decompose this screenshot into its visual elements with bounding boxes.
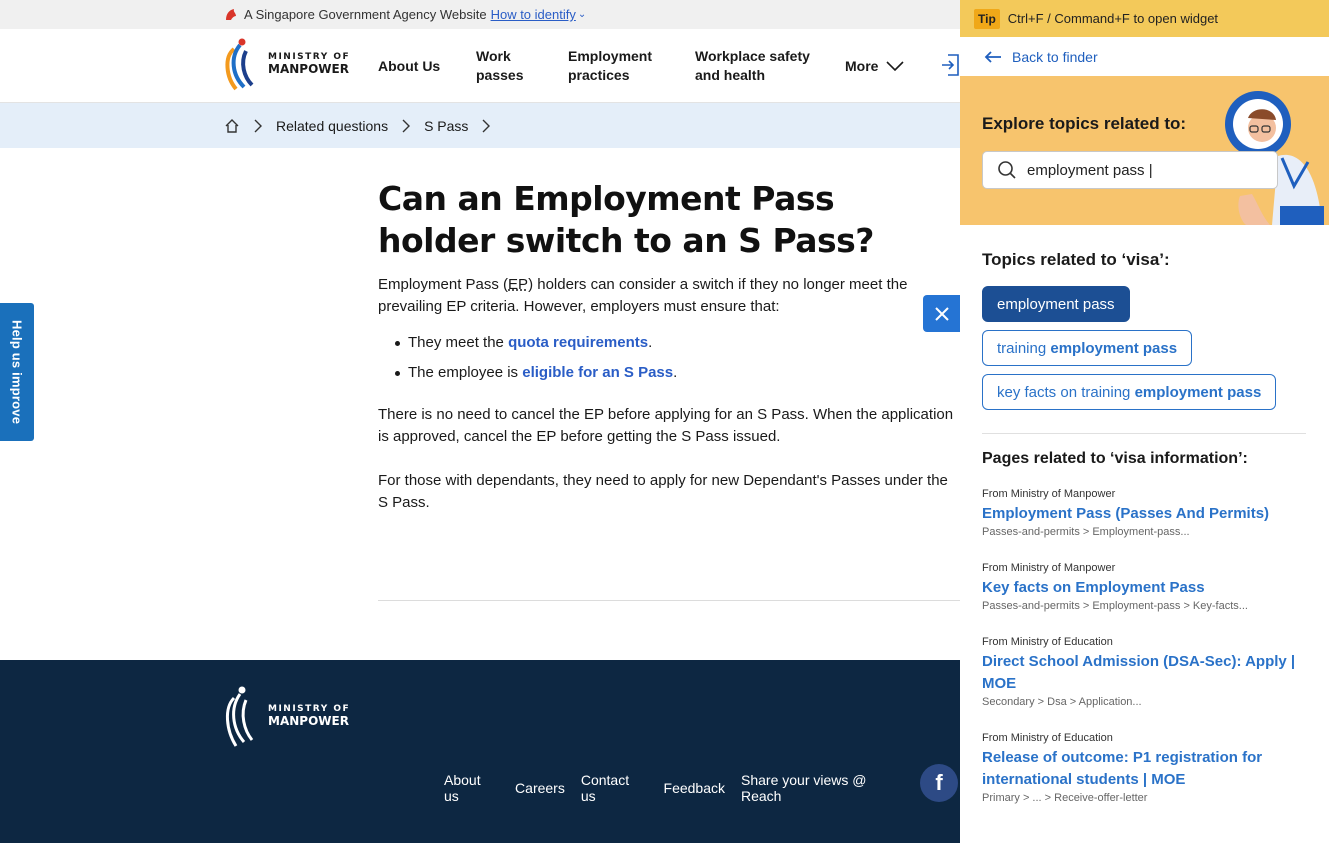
result-item: From Ministry of Manpower Employment Pas… bbox=[982, 488, 1302, 538]
result-source: From Ministry of Manpower bbox=[982, 488, 1116, 500]
footer-link-careers[interactable]: Careers bbox=[515, 772, 565, 804]
footer-logo-line2: MANPOWER bbox=[268, 714, 349, 729]
result-source: From Ministry of Manpower bbox=[982, 562, 1116, 574]
breadcrumb: Related questions S Pass bbox=[0, 103, 960, 148]
site-footer: MINISTRY OF MANPOWER About us Careers Co… bbox=[0, 660, 960, 843]
criteria-list: They meet the quota requirements. The em… bbox=[378, 332, 958, 384]
footer-link-contact-us[interactable]: Contact us bbox=[581, 772, 648, 804]
close-widget-button[interactable] bbox=[923, 295, 961, 332]
close-icon bbox=[935, 306, 949, 321]
nav-employment-practices[interactable]: Employment practices bbox=[568, 29, 652, 103]
arrow-left-icon bbox=[984, 50, 1001, 63]
list-item: They meet the quota requirements. bbox=[378, 332, 958, 354]
topic-finder-widget: Tip Ctrl+F / Command+F to open widget Ba… bbox=[960, 0, 1329, 843]
tip-text: Ctrl+F / Command+F to open widget bbox=[1007, 11, 1219, 26]
explore-panel: Explore topics related to: employment pa… bbox=[960, 76, 1329, 225]
footer-links: About us Careers Contact us Feedback Sha… bbox=[444, 772, 960, 804]
result-source: From Ministry of Education bbox=[982, 732, 1113, 744]
site-header: MINISTRY OF MANPOWER About Us Work passes… bbox=[0, 29, 960, 103]
ep-abbr: EP bbox=[508, 276, 529, 293]
result-path: Passes-and-permits > Employment-pass > K… bbox=[982, 600, 1248, 612]
page-title: Can an Employment Pass holder switch to … bbox=[378, 179, 874, 260]
how-to-identify-link[interactable]: How to identify bbox=[491, 7, 576, 22]
home-icon[interactable] bbox=[224, 118, 240, 134]
help-us-improve-tab[interactable]: Help us improve bbox=[0, 303, 34, 441]
eligible-s-pass-link[interactable]: eligible for an S Pass bbox=[522, 364, 673, 381]
topics-title: Topics related to ‘visa’: bbox=[982, 250, 1170, 269]
chevron-down-icon[interactable]: ⌄ bbox=[578, 9, 586, 20]
tip-bar: Tip Ctrl+F / Command+F to open widget bbox=[960, 0, 1329, 37]
content-divider bbox=[378, 600, 960, 601]
article-paragraph-1: Employment Pass (EP) holders can conside… bbox=[378, 276, 908, 315]
chevron-right-icon bbox=[254, 119, 262, 133]
search-input[interactable]: employment pass | bbox=[982, 151, 1278, 189]
article-paragraph-2: There is no need to cancel the EP before… bbox=[378, 406, 954, 445]
gov-masthead: A Singapore Government Agency Website Ho… bbox=[0, 0, 960, 29]
mom-logo-icon bbox=[226, 686, 254, 747]
footer-link-about-us[interactable]: About us bbox=[444, 772, 499, 804]
chevron-right-icon bbox=[482, 119, 491, 133]
mom-logo[interactable]: MINISTRY OF MANPOWER bbox=[220, 37, 350, 93]
article: Can an Employment Pass holder switch to … bbox=[378, 178, 958, 514]
footer-link-reach[interactable]: Share your views @ Reach bbox=[741, 772, 944, 804]
result-path: Passes-and-permits > Employment-pass... bbox=[982, 526, 1190, 538]
result-source: From Ministry of Education bbox=[982, 636, 1113, 648]
chevron-down-icon bbox=[886, 61, 905, 71]
result-path: Primary > ... > Receive-offer-letter bbox=[982, 792, 1148, 804]
quota-requirements-link[interactable]: quota requirements bbox=[508, 334, 648, 351]
search-value: employment pass | bbox=[1027, 161, 1153, 179]
result-item: From Ministry of Education Release of ou… bbox=[982, 732, 1302, 804]
search-icon bbox=[998, 161, 1016, 179]
result-item: From Ministry of Manpower Key facts on E… bbox=[982, 562, 1302, 612]
pages-title: Pages related to ‘visa information’: bbox=[982, 450, 1248, 467]
chevron-right-icon bbox=[402, 119, 411, 133]
footer-link-feedback[interactable]: Feedback bbox=[664, 772, 725, 804]
lion-icon bbox=[226, 8, 236, 20]
result-title-link[interactable]: Key facts on Employment Pass bbox=[982, 577, 1302, 599]
result-title-link[interactable]: Release of outcome: P1 registration for … bbox=[982, 747, 1302, 791]
facebook-icon[interactable]: f bbox=[920, 764, 958, 802]
nav-workplace-safety[interactable]: Workplace safety and health bbox=[695, 29, 810, 103]
result-title-link[interactable]: Direct School Admission (DSA-Sec): Apply… bbox=[982, 651, 1302, 695]
result-path: Secondary > Dsa > Application... bbox=[982, 696, 1142, 708]
nav-more[interactable]: More bbox=[845, 29, 905, 103]
widget-divider bbox=[982, 433, 1306, 434]
mom-logo-icon bbox=[225, 38, 254, 91]
nav-about-us[interactable]: About Us bbox=[378, 29, 440, 103]
footer-logo[interactable]: MINISTRY OF MANPOWER bbox=[220, 684, 350, 750]
result-title-link[interactable]: Employment Pass (Passes And Permits) bbox=[982, 503, 1302, 525]
list-item: The employee is eligible for an S Pass. bbox=[378, 362, 958, 384]
logo-line2: MANPOWER bbox=[268, 62, 349, 77]
breadcrumb-related-questions[interactable]: Related questions bbox=[276, 118, 388, 134]
topic-chip-training-employment-pass[interactable]: training employment pass bbox=[982, 330, 1193, 366]
breadcrumb-s-pass[interactable]: S Pass bbox=[424, 118, 468, 134]
result-item: From Ministry of Education Direct School… bbox=[982, 636, 1302, 708]
article-paragraph-3: For those with dependants, they need to … bbox=[378, 472, 948, 511]
tip-badge: Tip bbox=[974, 8, 1000, 29]
topic-chip-employment-pass[interactable]: employment pass bbox=[982, 286, 1130, 322]
explore-title: Explore topics related to: bbox=[982, 114, 1187, 133]
login-icon[interactable] bbox=[940, 53, 960, 77]
topic-chip-key-facts-training[interactable]: key facts on training employment pass bbox=[982, 374, 1277, 410]
back-to-finder-link[interactable]: Back to finder bbox=[960, 37, 1329, 76]
masthead-text: A Singapore Government Agency Website bbox=[244, 7, 487, 22]
nav-work-passes[interactable]: Work passes bbox=[476, 29, 523, 103]
